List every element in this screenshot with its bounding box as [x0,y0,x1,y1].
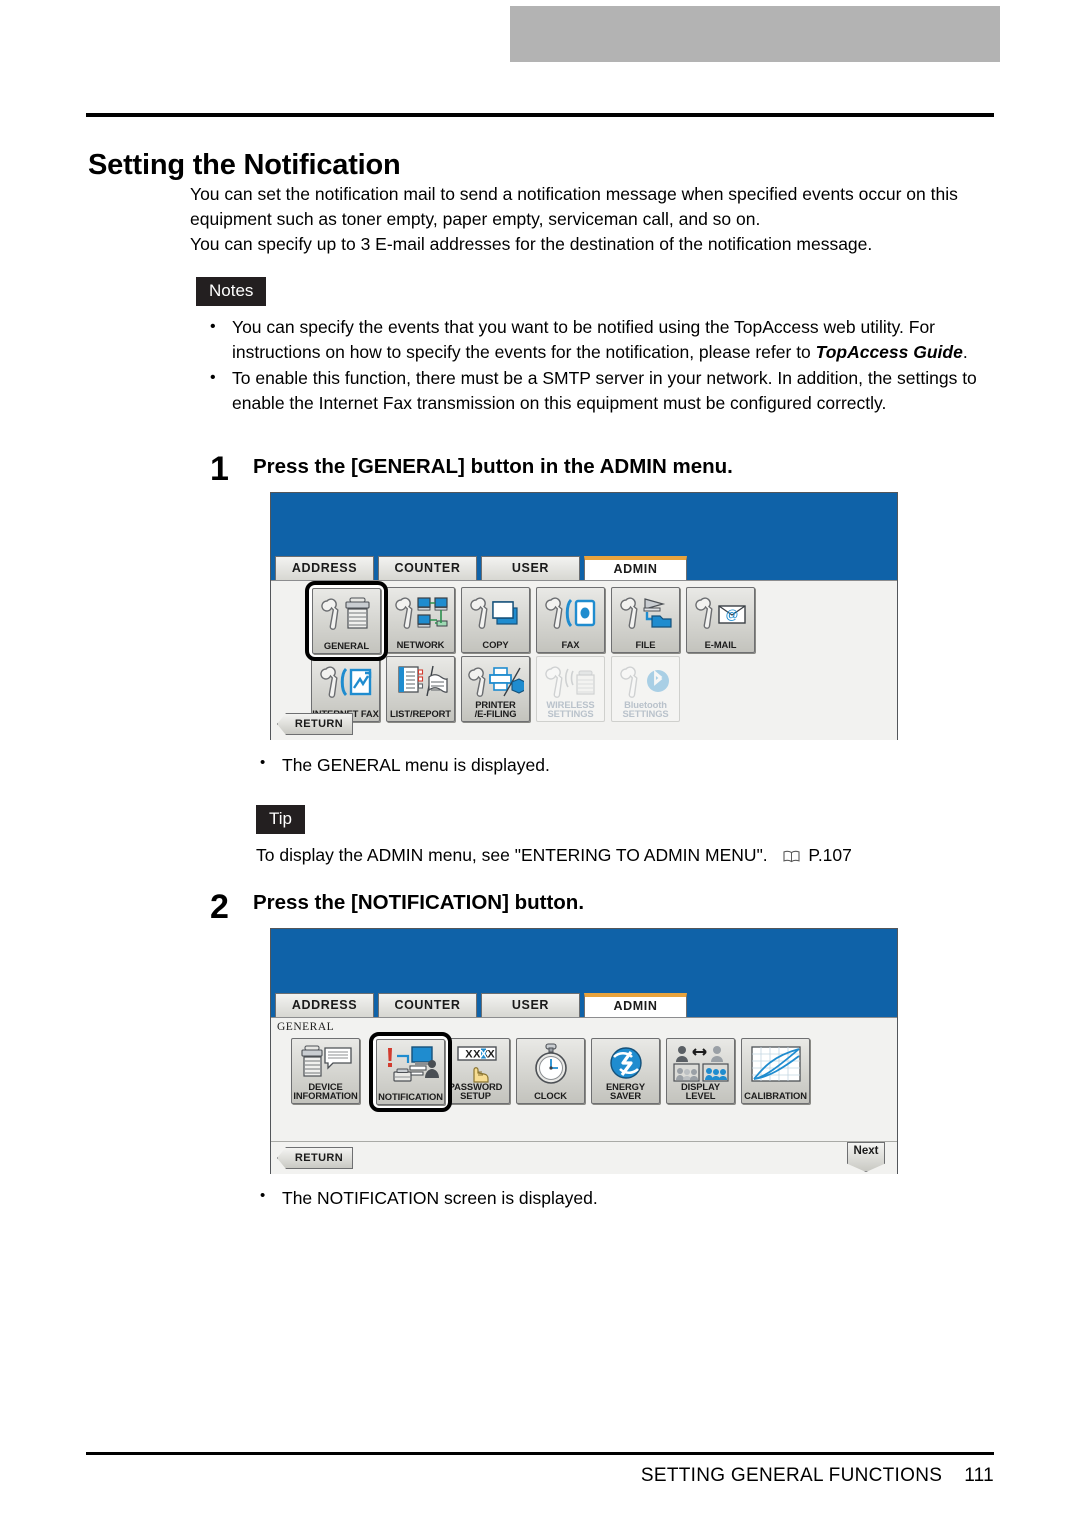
title-rule [86,113,994,117]
next-button[interactable]: Next [847,1142,885,1172]
general-button-energy-saver[interactable]: ENERGY SAVER [591,1038,660,1104]
admin-button-general-label: GENERAL [323,640,370,652]
wrench-fax-icon [537,592,604,634]
wrench-bluetooth-icon [612,661,679,703]
svg-text:@: @ [725,607,738,622]
tip-reference: P.107 [808,845,852,865]
panel-blue-header [271,493,897,555]
admin-menu-screenshot: ADDRESS COUNTER USER ADMIN NETWORK COPY … [270,492,898,740]
note-item: To enable this function, there must be a… [190,365,996,416]
header-decoration-band [510,6,1000,62]
panel-tabstrip: ADDRESS COUNTER USER ADMIN [271,555,897,580]
password-setup-icon: XXX X X [442,1043,509,1085]
tab-counter[interactable]: COUNTER [378,556,477,580]
tab-counter[interactable]: COUNTER [378,993,477,1017]
admin-button-fax[interactable]: FAX [536,587,605,653]
panel-body: NETWORK COPY FAX FILE @ E-MAIL GENERAL F… [271,580,897,740]
breadcrumb: GENERAL [277,1021,335,1033]
general-button-notification[interactable]: NOTIFICATION [376,1039,445,1105]
note-emphasis: TopAccess Guide [815,342,963,362]
return-button[interactable]: RETURN [277,713,353,735]
general-button-display-level[interactable]: DISPLAY LEVEL [666,1038,735,1104]
tab-user[interactable]: USER [481,993,580,1017]
admin-button-fax-label: FAX [561,639,580,651]
wrench-printer-efiling-icon [462,661,529,703]
tab-admin[interactable]: ADMIN [584,993,687,1017]
manual-page: Setting the Notification You can set the… [0,0,1080,1526]
wrench-wireless-icon [537,661,604,703]
tab-address[interactable]: ADDRESS [275,556,374,580]
panel-tabstrip: ADDRESS COUNTER USER ADMIN [271,992,897,1017]
selected-button-highlight: GENERAL [305,581,388,661]
admin-button-copy-label: COPY [482,639,509,651]
notes-list: You can specify the events that you want… [190,314,996,417]
general-menu-screenshot: ADDRESS COUNTER USER ADMIN GENERAL DEVIC… [270,928,898,1174]
wrench-email-icon: @ [687,592,754,634]
panel-blue-header [271,929,897,992]
admin-button-general[interactable]: GENERAL [312,588,381,654]
intro-paragraphs: You can set the notification mail to sen… [190,182,996,257]
admin-button-copy[interactable]: COPY [461,587,530,653]
admin-button-email[interactable]: @ E-MAIL [686,587,755,653]
footer-rule [86,1452,994,1455]
svg-text:X: X [487,1049,495,1061]
calibration-icon [742,1043,809,1085]
note-item: You can specify the events that you want… [190,314,996,365]
tab-admin[interactable]: ADMIN [584,556,687,580]
clock-icon [517,1043,584,1085]
display-level-icon [667,1043,734,1085]
notes-badge: Notes [196,277,267,306]
admin-button-network-label: NETWORK [396,639,445,651]
intro-paragraph-1: You can set the notification mail to sen… [190,184,958,229]
panel-body: GENERAL DEVICE INFORMATION XXX X X PASSW… [271,1017,897,1174]
wrench-network-icon [387,592,454,634]
page-number: 111 [964,1465,994,1486]
admin-button-file-label: FILE [635,639,656,651]
general-button-notification-label: NOTIFICATION [378,1091,443,1103]
general-button-device-information[interactable]: DEVICE INFORMATION [291,1038,360,1104]
wrench-copy-icon [462,592,529,634]
wrench-file-icon [612,592,679,634]
energy-saver-icon [592,1043,659,1085]
footer: SETTING GENERAL FUNCTIONS 111 [86,1465,994,1487]
step-2-number: 2 [210,888,229,926]
device-information-icon [292,1043,359,1085]
step-1-heading: Press the [GENERAL] button in the ADMIN … [253,455,733,478]
admin-button-network[interactable]: NETWORK [386,587,455,653]
note-text-after: . [962,342,968,362]
step-2-result: The NOTIFICATION screen is displayed. [256,1187,598,1209]
general-button-clock-label: CLOCK [534,1090,567,1102]
panel-footer-bar: RETURN [271,707,897,740]
tab-address[interactable]: ADDRESS [275,993,374,1017]
book-icon [782,850,800,863]
return-button[interactable]: RETURN [277,1147,353,1169]
tip-badge: Tip [256,805,305,834]
admin-button-email-label: E-MAIL [704,639,737,651]
notification-icon [377,1044,444,1086]
tab-user[interactable]: USER [481,556,580,580]
general-button-calibration-label: CALIBRATION [744,1090,807,1102]
footer-chapter: SETTING GENERAL FUNCTIONS [640,1465,943,1486]
general-button-clock[interactable]: CLOCK [516,1038,585,1104]
intro-paragraph-2: You can specify up to 3 E-mail addresses… [190,234,873,254]
general-button-calibration[interactable]: CALIBRATION [741,1038,810,1104]
list-report-icon [387,661,454,703]
admin-button-file[interactable]: FILE [611,587,680,653]
page-title: Setting the Notification [88,149,401,182]
selected-button-highlight: NOTIFICATION [369,1032,452,1112]
tip-text: To display the ADMIN menu, see "ENTERING… [256,845,852,866]
step-1-number: 1 [210,450,229,488]
note-text-before: To enable this function, there must be a… [232,368,977,413]
tip-text-body: To display the ADMIN menu, see "ENTERING… [256,845,768,865]
panel-footer-bar: RETURN Next [271,1141,897,1174]
step-2-heading: Press the [NOTIFICATION] button. [253,891,585,914]
wrench-internet-fax-icon [312,661,379,703]
step-1-result: The GENERAL menu is displayed. [256,754,550,776]
wrench-printer-icon [313,593,380,635]
